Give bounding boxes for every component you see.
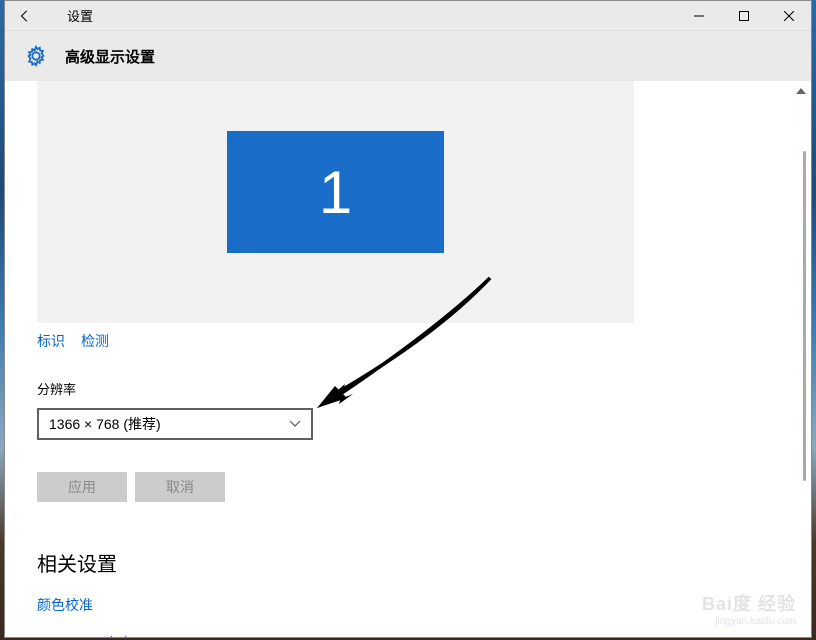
cleartype-link[interactable]: ClearType 文本 [37,633,779,637]
subheader: 高级显示设置 [5,31,811,81]
content-area: 1 标识 检测 分辨率 1366 × 768 (推荐) 应用 取消 相关设置 颜… [5,81,811,637]
monitor-preview[interactable]: 1 [227,131,444,253]
settings-window: 设置 高级显示设置 1 标识 检测 分辨 [4,0,812,638]
gear-icon [25,45,47,67]
monitor-preview-area: 1 [37,81,634,323]
scroll-up-icon[interactable] [796,86,806,97]
page-title: 高级显示设置 [65,46,155,67]
apply-button[interactable]: 应用 [37,472,127,502]
related-settings-header: 相关设置 [37,548,779,577]
minimize-button[interactable] [676,1,721,31]
resolution-dropdown[interactable]: 1366 × 768 (推荐) [37,408,313,440]
chevron-down-icon [289,417,301,431]
button-row: 应用 取消 [37,472,779,502]
maximize-button[interactable] [721,1,766,31]
window-controls [676,1,811,31]
titlebar: 设置 [5,1,811,31]
detect-link[interactable]: 检测 [81,331,109,351]
back-button[interactable] [15,6,35,26]
cancel-button[interactable]: 取消 [135,472,225,502]
window-title: 设置 [67,6,93,25]
close-button[interactable] [766,1,811,31]
resolution-label: 分辨率 [37,379,779,398]
identify-link[interactable]: 标识 [37,331,65,351]
monitor-id: 1 [319,158,352,227]
color-calibration-link[interactable]: 颜色校准 [37,595,779,615]
scrollbar-thumb[interactable] [803,151,806,481]
resolution-value: 1366 × 768 (推荐) [49,414,161,434]
monitor-links: 标识 检测 [37,331,779,351]
